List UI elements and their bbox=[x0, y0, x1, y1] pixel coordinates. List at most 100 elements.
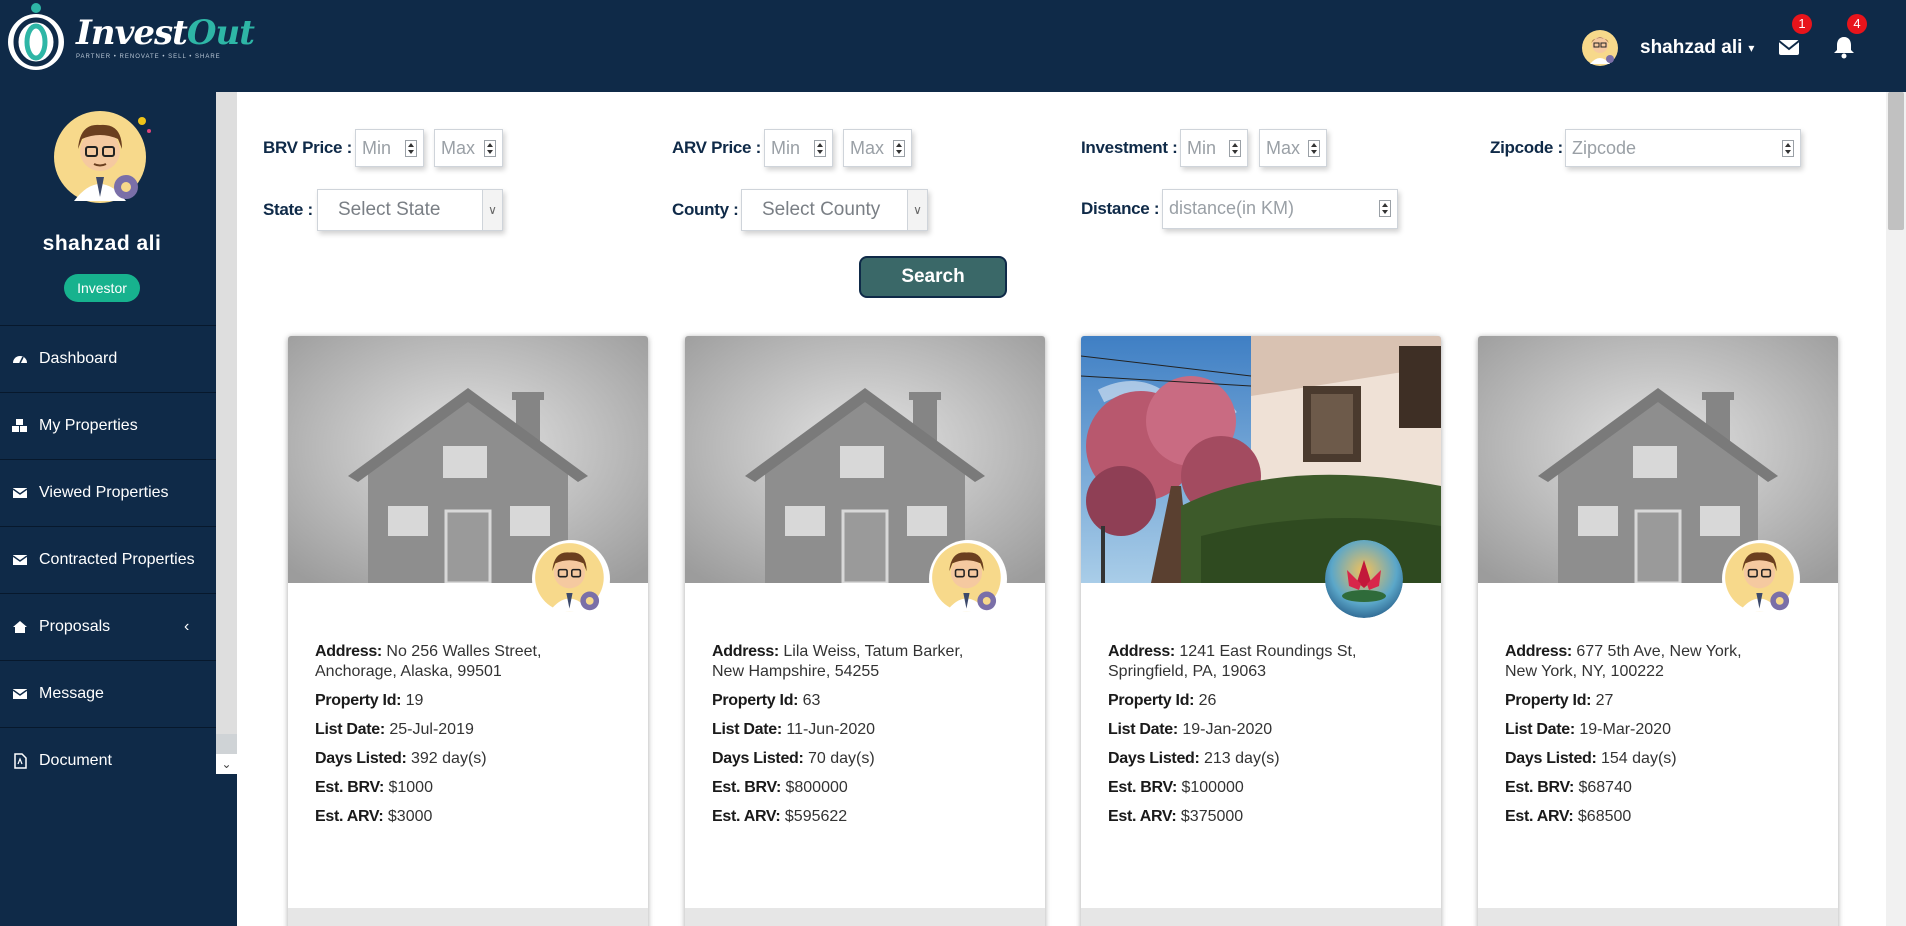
distance-input[interactable]: distance(in KM) bbox=[1162, 189, 1398, 229]
sidebar-profile: shahzad ali Investor bbox=[0, 92, 216, 325]
sidebar-item-label: Message bbox=[39, 685, 104, 702]
brv-max-placeholder: Max bbox=[441, 138, 476, 158]
avatar bbox=[1580, 28, 1620, 68]
arv-max-placeholder: Max bbox=[850, 138, 885, 158]
sidebar-item-contracted-properties[interactable]: Contracted Properties bbox=[0, 526, 216, 593]
property-info: Address: 677 5th Ave, New York, New York,… bbox=[1505, 642, 1825, 836]
spinner-icon[interactable] bbox=[1229, 140, 1241, 157]
address-row: Address: Lila Weiss, Tatum Barker, New Ha… bbox=[712, 643, 964, 680]
county-select[interactable]: Select County ∨ bbox=[741, 189, 928, 231]
spinner-icon[interactable] bbox=[814, 140, 826, 157]
chevron-down-icon: ▾ bbox=[1748, 41, 1755, 55]
zipcode-label: Zipcode : bbox=[1490, 138, 1563, 157]
user-menu[interactable]: shahzad ali ▾ bbox=[1580, 28, 1754, 68]
owner-avatar[interactable] bbox=[532, 540, 610, 618]
state-select[interactable]: Select State ∨ bbox=[317, 189, 503, 231]
sidebar-nav: Dashboard My Properties Viewed Propertie… bbox=[0, 325, 216, 794]
spinner-icon[interactable] bbox=[1308, 140, 1320, 157]
brv-min-input[interactable]: Min bbox=[355, 129, 424, 167]
brv-price-label: BRV Price : bbox=[263, 138, 352, 157]
list-date-row: List Date: 19-Jan-2020 bbox=[1108, 721, 1273, 738]
street-photo-image bbox=[1081, 336, 1441, 583]
sidebar-item-document[interactable]: Document bbox=[0, 727, 216, 794]
sidebar-scrollbar-thumb[interactable] bbox=[216, 92, 237, 734]
spinner-icon[interactable] bbox=[405, 140, 417, 157]
arv-min-placeholder: Min bbox=[771, 138, 801, 158]
role-badge: Investor bbox=[64, 274, 140, 302]
sidebar-item-my-properties[interactable]: My Properties bbox=[0, 392, 216, 459]
est-arv-row: Est. ARV: $375000 bbox=[1108, 808, 1244, 825]
sidebar-item-label: Contracted Properties bbox=[39, 551, 195, 568]
state-select-value: Select State bbox=[338, 199, 441, 220]
owner-avatar[interactable] bbox=[1325, 540, 1403, 618]
arv-max-input[interactable]: Max bbox=[843, 129, 912, 167]
distance-placeholder: distance(in KM) bbox=[1169, 198, 1295, 218]
days-listed-row: Days Listed: 70 day(s) bbox=[712, 750, 875, 767]
county-label: County : bbox=[672, 200, 739, 219]
messages-button[interactable]: 1 bbox=[1776, 14, 1812, 60]
property-info: Address: No 256 Walles Street, Anchorage,… bbox=[315, 642, 635, 836]
property-info: Address: 1241 East Roundings St, Springfi… bbox=[1108, 642, 1428, 836]
days-listed-row: Days Listed: 392 day(s) bbox=[315, 750, 487, 767]
sidebar-strip bbox=[216, 774, 237, 926]
sidebar: shahzad ali Investor Dashboard My Proper… bbox=[0, 92, 216, 926]
top-navbar: InvestOut PARTNER • RENOVATE • SELL • SH… bbox=[0, 0, 1906, 92]
sidebar-user-name: shahzad ali bbox=[42, 232, 162, 255]
messages-badge: 1 bbox=[1792, 14, 1812, 34]
spinner-icon[interactable] bbox=[893, 140, 905, 157]
address-row: Address: 1241 East Roundings St, Springfi… bbox=[1108, 643, 1357, 680]
house-placeholder-image bbox=[1478, 336, 1838, 583]
est-arv-row: Est. ARV: $3000 bbox=[315, 808, 433, 825]
header-user-name: shahzad ali bbox=[1640, 37, 1743, 58]
page-scrollbar-thumb[interactable] bbox=[1888, 92, 1904, 230]
house-placeholder-image bbox=[685, 336, 1045, 583]
investment-min-placeholder: Min bbox=[1187, 138, 1217, 158]
arv-min-input[interactable]: Min bbox=[764, 129, 833, 167]
avatar[interactable] bbox=[52, 109, 152, 209]
card-footer bbox=[288, 908, 648, 926]
sidebar-item-proposals[interactable]: Proposals ‹ bbox=[0, 593, 216, 660]
property-id-row: Property Id: 19 bbox=[315, 692, 424, 709]
brand-tagline: PARTNER • RENOVATE • SELL • SHARE bbox=[76, 54, 221, 60]
est-arv-row: Est. ARV: $595622 bbox=[712, 808, 848, 825]
envelope-icon bbox=[1778, 40, 1800, 55]
sidebar-item-dashboard[interactable]: Dashboard bbox=[0, 325, 216, 392]
zipcode-input[interactable]: Zipcode bbox=[1565, 129, 1801, 167]
spinner-icon[interactable] bbox=[1379, 200, 1391, 217]
house-placeholder-image bbox=[288, 336, 648, 583]
owner-avatar[interactable] bbox=[929, 540, 1007, 618]
chevron-down-icon: ∨ bbox=[907, 190, 927, 230]
arv-price-label: ARV Price : bbox=[672, 138, 761, 157]
home-icon bbox=[12, 619, 28, 635]
brand-logo[interactable]: InvestOut PARTNER • RENOVATE • SELL • SH… bbox=[6, 2, 255, 72]
notifications-badge: 4 bbox=[1847, 14, 1867, 34]
brv-max-input[interactable]: Max bbox=[434, 129, 503, 167]
est-brv-row: Est. BRV: $1000 bbox=[315, 779, 433, 796]
notifications-button[interactable]: 4 bbox=[1831, 14, 1867, 60]
scroll-down-icon[interactable]: ⌄ bbox=[216, 754, 237, 774]
sidebar-item-message[interactable]: Message bbox=[0, 660, 216, 727]
chevron-down-icon: ∨ bbox=[482, 190, 502, 230]
sidebar-item-viewed-properties[interactable]: Viewed Properties bbox=[0, 459, 216, 526]
owner-avatar[interactable] bbox=[1722, 540, 1800, 618]
search-button[interactable]: Search bbox=[859, 256, 1007, 298]
envelope-icon bbox=[12, 686, 28, 702]
card-footer bbox=[1478, 908, 1838, 926]
envelope-icon bbox=[12, 485, 28, 501]
spinner-icon[interactable] bbox=[1782, 140, 1794, 157]
property-card[interactable]: Address: Lila Weiss, Tatum Barker, New Ha… bbox=[685, 336, 1045, 926]
property-card[interactable]: Address: No 256 Walles Street, Anchorage,… bbox=[288, 336, 648, 926]
sidebar-item-label: Dashboard bbox=[39, 350, 118, 367]
card-footer bbox=[685, 908, 1045, 926]
spinner-icon[interactable] bbox=[484, 140, 496, 157]
property-card[interactable]: Address: 677 5th Ave, New York, New York,… bbox=[1478, 336, 1838, 926]
sidebar-item-label: My Properties bbox=[39, 417, 138, 434]
property-card[interactable]: Address: 1241 East Roundings St, Springfi… bbox=[1081, 336, 1441, 926]
investment-min-input[interactable]: Min bbox=[1180, 129, 1248, 167]
brv-min-placeholder: Min bbox=[362, 138, 392, 158]
list-date-row: List Date: 25-Jul-2019 bbox=[315, 721, 474, 738]
state-label: State : bbox=[263, 200, 313, 219]
dashboard-icon bbox=[12, 351, 28, 367]
investment-max-input[interactable]: Max bbox=[1259, 129, 1327, 167]
property-id-row: Property Id: 27 bbox=[1505, 692, 1614, 709]
